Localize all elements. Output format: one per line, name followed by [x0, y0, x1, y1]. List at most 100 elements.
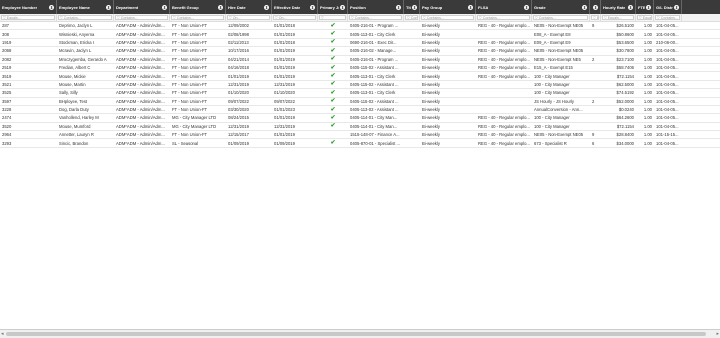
- column-header-10[interactable]: FLSA ⇕: [476, 0, 532, 14]
- column-header-2[interactable]: Department ⇕: [114, 0, 170, 14]
- table-row[interactable]: 1919 Stockman, Ericka I ADM*ADM - Admin/Ad…: [0, 39, 720, 48]
- sort-icon[interactable]: ⇕: [340, 4, 345, 10]
- table-cell: FT - Non Union-FT: [172, 65, 208, 71]
- column-filter-input[interactable]: ▽ Contains...: [349, 15, 402, 20]
- column-filter-input[interactable]: ▽ Equals...: [1, 15, 55, 20]
- table-cell: 1.00: [643, 132, 652, 138]
- column-header-15[interactable]: G/L Distribution⇕: [654, 0, 682, 14]
- table-cell: ADM*ADM - Admin/Adm...: [116, 81, 165, 87]
- table-cell: 12/31/2019: [274, 123, 295, 129]
- column-filter-input[interactable]: ▽ Contains...: [533, 15, 588, 20]
- column-header-6[interactable]: Primary Job⇕: [318, 0, 348, 14]
- sort-icon[interactable]: ⇕: [396, 4, 401, 10]
- column-header-8[interactable]: Title⇕: [404, 0, 420, 14]
- column-filter-input[interactable]: ▽ Contains...: [58, 15, 112, 20]
- table-cell: 01/01/2019: [274, 31, 295, 37]
- column-filter-input[interactable]: ▽ On...: [273, 15, 316, 20]
- column-header-11[interactable]: Grade ⇕: [532, 0, 590, 14]
- primary-job-cell: ✔: [318, 65, 348, 71]
- sort-icon[interactable]: ⇕: [412, 4, 417, 10]
- sort-icon[interactable]: ⇕: [593, 4, 598, 10]
- sort-icon[interactable]: ⇕: [264, 4, 269, 10]
- column-header-13[interactable]: Hourly Rate ⇕: [601, 0, 636, 14]
- column-filter-input[interactable]: ▽ Conta: [405, 15, 418, 20]
- check-icon: ✔: [330, 31, 336, 38]
- table-cell: 287: [2, 23, 9, 29]
- sort-icon[interactable]: ⇕: [674, 4, 679, 10]
- column-filter-input[interactable]: ▽ Contains...: [115, 15, 168, 20]
- table-row[interactable]: 2519 Fredian, Albert C ADM*ADM - Admin/Adm…: [0, 64, 720, 73]
- column-header-5[interactable]: Effective Date ⇕: [272, 0, 318, 14]
- column-filter-cell: ▽ Contains...: [170, 14, 226, 21]
- table-cell: 3519: [2, 73, 12, 79]
- table-cell: 0405-216-02 - Manage...: [350, 48, 397, 54]
- table-row[interactable]: 3228 Dog, Darla Duty ADM*ADM - Admin/Adm..…: [0, 106, 720, 115]
- table-row[interactable]: 2474 Vanhollend, Harley M ADM*ADM - Admin/…: [0, 114, 720, 123]
- column-filter-cell: ▽ On...: [272, 14, 318, 21]
- column-filter-input[interactable]: ▽ On...: [227, 15, 270, 20]
- table-row[interactable]: 3519 Mouse, Mickie ADM*ADM - Admin/Adm... F…: [0, 72, 720, 81]
- filter-placeholder: Contains...: [176, 16, 194, 20]
- primary-job-cell: ✔: [318, 140, 348, 146]
- sort-icon[interactable]: ⇕: [106, 4, 111, 10]
- sort-icon[interactable]: ⇕: [310, 4, 315, 10]
- scroll-right-arrow-icon[interactable]: ▸: [716, 331, 719, 337]
- table-cell: 0405-216-01 - Program ...: [350, 56, 399, 62]
- scroll-left-arrow-icon[interactable]: ◂: [1, 331, 4, 337]
- column-filter-input[interactable]: ▽: [319, 15, 346, 20]
- column-filter-input[interactable]: ▽ Contains...: [171, 15, 224, 20]
- sort-icon[interactable]: ⇕: [628, 4, 633, 10]
- sort-icon[interactable]: ⇕: [162, 4, 167, 10]
- table-row[interactable]: 2068 Mcravin, Jaclyn L ADM*ADM - Admin/Adm…: [0, 47, 720, 56]
- table-row[interactable]: 2082 Mroczygemba, Gerardo A ADM*ADM - Admi…: [0, 56, 720, 64]
- sort-icon[interactable]: ⇕: [582, 4, 587, 10]
- sort-icon[interactable]: ⇕: [524, 4, 529, 10]
- filter-placeholder: Contains...: [354, 16, 372, 20]
- table-row[interactable]: 308 Wisnieski, Anyerna ADM*ADM - Admin/Adm…: [0, 30, 720, 39]
- sort-icon[interactable]: ⇕: [218, 4, 223, 10]
- table-cell: $52.0000: [616, 98, 634, 104]
- column-filter-input[interactable]: ▽ Contains...: [477, 15, 530, 20]
- table-cell: 1.00: [643, 73, 652, 79]
- table-cell: Mroczygemba, Gerardo A: [59, 56, 107, 62]
- table-cell: 6: [592, 140, 595, 146]
- sort-icon[interactable]: ⇕: [646, 4, 651, 10]
- table-cell: 01/01/2019: [274, 115, 295, 121]
- table-cell: $26.5100: [616, 23, 634, 29]
- primary-job-cell: ✔: [318, 115, 348, 121]
- table-cell: Mcravin, Jaclyn L: [59, 48, 92, 54]
- sort-icon[interactable]: ⇕: [49, 4, 54, 10]
- column-filter-input[interactable]: ▽ Contains...: [421, 15, 474, 20]
- table-cell: FT - Non Union-FT: [172, 56, 208, 62]
- column-header-1[interactable]: Employee Name ⇕: [57, 0, 114, 14]
- table-cell: 01/01/2019: [274, 132, 295, 138]
- table-row[interactable]: 3521 Mouse, Martin ADM*ADM - Admin/Adm... F…: [0, 81, 720, 90]
- table-cell: REG - 40 - Regular emplo...: [478, 65, 530, 71]
- column-header-3[interactable]: Benefit Group ⇕: [170, 0, 226, 14]
- table-row[interactable]: 3293 Sincic, Brandon ADM*ADM - Admin/Adm..…: [0, 139, 720, 148]
- column-header-7[interactable]: Position ⇕: [348, 0, 404, 14]
- sort-icon[interactable]: ⇕: [468, 4, 473, 10]
- table-row[interactable]: 3525 Sally, Silly ADM*ADM - Admin/Adm... FT…: [0, 89, 720, 98]
- table-cell: Stockman, Ericka I: [59, 39, 94, 45]
- table-row[interactable]: 287 Deprimo, Jaclyn L ADM*ADM - Admin/Adm.…: [0, 22, 720, 31]
- table-row[interactable]: 2964 Annetter, Lauryn R ADM*ADM - Admin/Ad…: [0, 131, 720, 140]
- column-header-4[interactable]: Hire Date ⇕: [226, 0, 272, 14]
- column-header-label: Hire Date: [228, 4, 246, 10]
- column-filter-input[interactable]: ▽ Equa: [591, 15, 599, 20]
- column-filter-input[interactable]: ▽ Equals...: [602, 15, 634, 20]
- column-filter-input[interactable]: ▽ Equals...: [637, 15, 652, 20]
- table-cell: E09_A - Exempt E9: [534, 39, 571, 45]
- column-header-0[interactable]: Employee Number ⇕: [0, 0, 57, 14]
- column-header-9[interactable]: Pay Group ⇕: [420, 0, 476, 14]
- table-cell: 3597: [2, 98, 12, 104]
- table-cell: 3520: [2, 123, 12, 129]
- primary-job-cell: ✔: [318, 73, 348, 79]
- column-header-12[interactable]: Step⇕: [590, 0, 601, 14]
- scrollbar-thumb[interactable]: [6, 332, 706, 336]
- filter-funnel-icon[interactable]: ▽: [321, 16, 324, 19]
- table-row[interactable]: 3520 Mouse, Mumford ADM*ADM - Admin/Adm...…: [0, 123, 720, 132]
- column-header-14[interactable]: FTE ⇕: [636, 0, 654, 14]
- table-row[interactable]: 3597 BHployee, Test ADM*ADM - Admin/Adm...…: [0, 98, 720, 106]
- column-filter-input[interactable]: ▽ Contains...: [655, 15, 680, 20]
